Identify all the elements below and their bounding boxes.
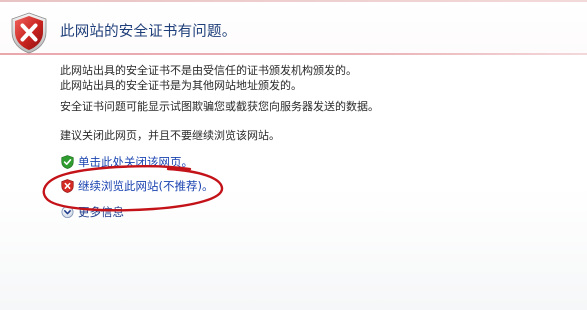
shield-error-icon [11, 12, 47, 54]
certificate-error-page: 此网站的安全证书有问题。 此网站出具的安全证书不是由受信任的证书颁发机构颁发的。… [0, 0, 587, 310]
more-information-label[interactable]: 更多信息 [78, 204, 124, 220]
green-shield-check-icon [61, 155, 74, 169]
error-untrusted-ca: 此网站出具的安全证书不是由受信任的证书颁发机构颁发的。 [60, 64, 357, 77]
certificate-error-details: 此网站出具的安全证书不是由受信任的证书颁发机构颁发的。 此网站出具的安全证书是为… [60, 63, 357, 93]
security-warning-text: 安全证书问题可能显示试图欺骗您或截获您向服务器发送的数据。 [60, 100, 379, 113]
continue-to-website-link[interactable]: 继续浏览此网站(不推荐)。 [78, 178, 213, 194]
close-page-link[interactable]: 单击此处关闭该网页。 [78, 154, 193, 170]
chevron-down-circle-icon[interactable] [61, 205, 74, 219]
close-page-action[interactable]: 单击此处关闭该网页。 [61, 154, 193, 170]
more-information-toggle[interactable]: 更多信息 [61, 204, 124, 220]
continue-action[interactable]: 继续浏览此网站(不推荐)。 [61, 178, 213, 194]
error-address-mismatch: 此网站出具的安全证书是为其他网站地址颁发的。 [60, 79, 302, 92]
header-divider [0, 53, 587, 55]
recommendation-text: 建议关闭此网页，并且不要继续浏览该网站。 [60, 129, 280, 142]
page-title: 此网站的安全证书有问题。 [60, 24, 237, 40]
red-shield-x-icon [61, 179, 74, 193]
